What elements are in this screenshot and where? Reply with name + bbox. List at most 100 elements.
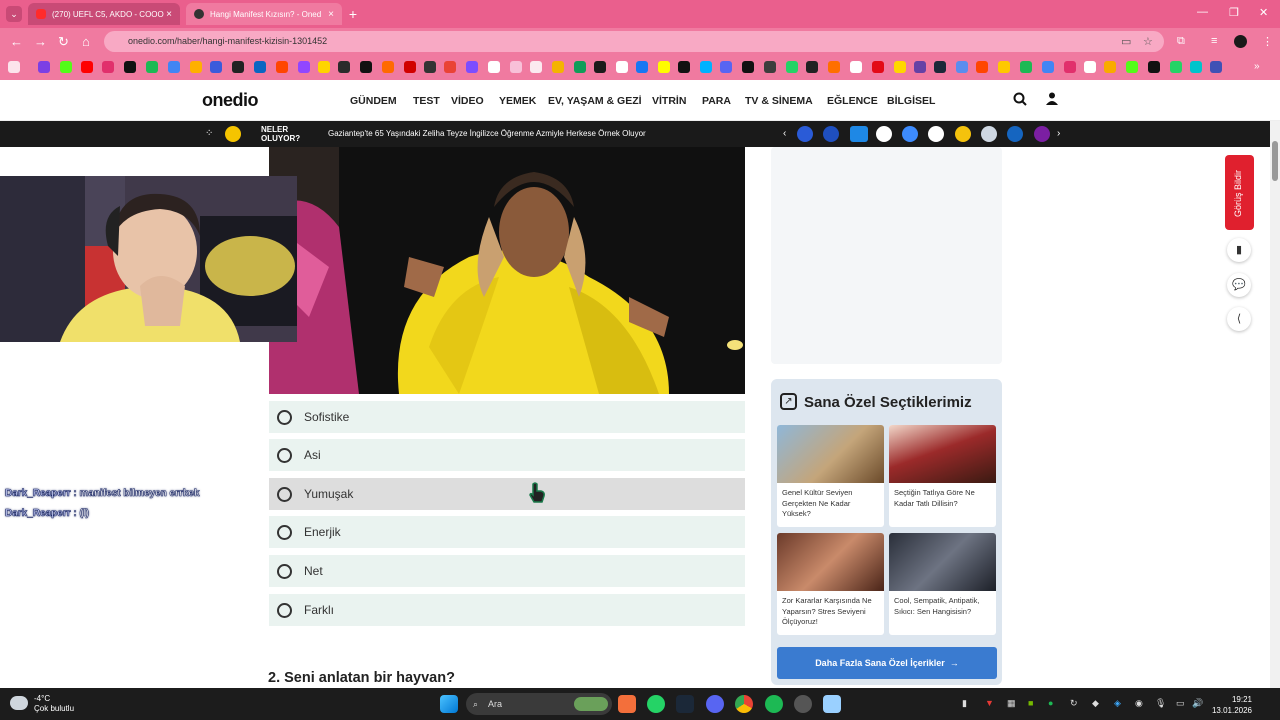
chevron-right-icon[interactable]: ›: [1057, 128, 1060, 139]
tab-youtube[interactable]: (270) UEFL C5, AKDO - COOO ×: [28, 3, 180, 25]
more-content-button[interactable]: Daha Fazla Sana Özel İçerikler →: [777, 647, 997, 679]
nav-video[interactable]: VİDEO: [451, 95, 484, 107]
quiz-option[interactable]: Asi: [269, 439, 745, 471]
quiz-option[interactable]: Sofistike: [269, 401, 745, 433]
search-icon[interactable]: [1013, 92, 1027, 109]
recommendation-card[interactable]: Cool, Sempatik, Antipatik, Sıkıcı: Sen H…: [889, 533, 996, 635]
tray-icon[interactable]: ●: [1048, 698, 1053, 708]
partner-logo-icon[interactable]: [850, 126, 868, 142]
bookmark-icon[interactable]: [404, 61, 416, 73]
bookmark-icon[interactable]: [850, 61, 862, 73]
scrollbar-thumb[interactable]: [1272, 141, 1278, 181]
extensions-icon[interactable]: ⧉: [1177, 35, 1185, 48]
clock[interactable]: 19:21 13.01.2026: [1210, 694, 1252, 716]
restore-button[interactable]: ❐: [1229, 6, 1239, 19]
nav-vitrin[interactable]: VİTRİN: [652, 95, 686, 107]
bookmark-star-icon[interactable]: ☆: [1143, 35, 1153, 48]
forward-button[interactable]: →: [34, 34, 47, 49]
bookmark-icon[interactable]: [124, 61, 136, 73]
bookmark-icon[interactable]: [466, 61, 478, 73]
quiz-option[interactable]: Net: [269, 555, 745, 587]
tray-icon[interactable]: ▦: [1007, 698, 1016, 709]
spotify-icon[interactable]: [765, 695, 783, 713]
bookmark-icon[interactable]: [720, 61, 732, 73]
bookmark-icon[interactable]: [616, 61, 628, 73]
quiz-option[interactable]: Yumuşak: [269, 478, 745, 510]
nav-para[interactable]: PARA: [702, 95, 731, 107]
bookmark-icon[interactable]: [276, 61, 288, 73]
bookmark-icon[interactable]: [806, 61, 818, 73]
windows-start-icon[interactable]: [440, 695, 458, 713]
bookmark-icon[interactable]: [102, 61, 114, 73]
onedio-badge-icon[interactable]: [225, 126, 241, 142]
recommendation-card[interactable]: Seçtiğin Tatlıya Göre Ne Kadar Tatlı Dil…: [889, 425, 996, 527]
microphone-icon[interactable]: 🎙: [1155, 698, 1166, 709]
address-bar[interactable]: onedio.com/haber/hangi-manifest-kizisin-…: [104, 31, 1164, 52]
bookmark-icon[interactable]: [424, 61, 436, 73]
nav-test[interactable]: TEST: [413, 95, 440, 107]
menu-icon[interactable]: ⋮: [1262, 35, 1273, 48]
nav-bilgisel[interactable]: BİLGİSEL: [887, 95, 935, 107]
tray-icon[interactable]: ▼: [985, 698, 994, 708]
app-icon[interactable]: [794, 695, 812, 713]
close-window-button[interactable]: ✕: [1259, 6, 1268, 19]
bookmark-icon[interactable]: [232, 61, 244, 73]
tray-icon[interactable]: ◈: [1114, 698, 1121, 709]
chevron-left-icon[interactable]: ‹: [783, 128, 786, 139]
bookmark-icon[interactable]: [530, 61, 542, 73]
bookmark-icon[interactable]: [934, 61, 946, 73]
bookmark-icon[interactable]: [914, 61, 926, 73]
bookmark-icon[interactable]: [81, 61, 93, 73]
tab-search-button[interactable]: ⌄: [6, 6, 22, 22]
partner-logo-icon[interactable]: [1007, 126, 1023, 142]
recommendation-card[interactable]: Genel Kültür Seviyen Gerçekten Ne Kadar …: [777, 425, 884, 527]
tray-icon[interactable]: ◆: [1092, 698, 1099, 709]
bookmark-icon[interactable]: [254, 61, 266, 73]
partner-logo-icon[interactable]: [797, 126, 813, 142]
more-bookmarks-icon[interactable]: »: [1254, 61, 1266, 73]
bookmark-icon[interactable]: [298, 61, 310, 73]
partner-logo-icon[interactable]: [928, 126, 944, 142]
reading-list-icon[interactable]: ≡: [1211, 35, 1217, 47]
ticker-headline[interactable]: Gaziantep'te 65 Yaşındaki Zeliha Teyze İ…: [328, 129, 646, 138]
close-icon[interactable]: ×: [328, 9, 334, 20]
bookmark-icon[interactable]: ▮: [1227, 238, 1251, 262]
nav-eglence[interactable]: EĞLENCE: [827, 95, 878, 107]
tab-onedio[interactable]: Hangi Manifest Kızısın? - Oned ×: [186, 3, 342, 25]
bookmark-icon[interactable]: [1170, 61, 1182, 73]
minimize-button[interactable]: —: [1197, 6, 1208, 18]
chrome-icon[interactable]: [735, 695, 753, 713]
steam-icon[interactable]: [676, 695, 694, 713]
bookmark-icon[interactable]: [1104, 61, 1116, 73]
bookmark-icon[interactable]: [1064, 61, 1076, 73]
quiz-option[interactable]: Enerjik: [269, 516, 745, 548]
bookmark-icon[interactable]: [786, 61, 798, 73]
bookmark-icon[interactable]: [1042, 61, 1054, 73]
weather-widget[interactable]: -4°C Çok bulutlu: [34, 694, 74, 714]
bookmark-icon[interactable]: [828, 61, 840, 73]
whatsapp-icon[interactable]: [647, 695, 665, 713]
bookmark-icon[interactable]: [1210, 61, 1222, 73]
bookmark-icon[interactable]: [168, 61, 180, 73]
bookmark-icon[interactable]: [382, 61, 394, 73]
bookmark-icon[interactable]: [574, 61, 586, 73]
bookmark-icon[interactable]: [976, 61, 988, 73]
bookmark-icon[interactable]: [338, 61, 350, 73]
user-icon[interactable]: [1046, 92, 1058, 108]
bookmark-icon[interactable]: [488, 61, 500, 73]
app-icon[interactable]: [618, 695, 636, 713]
partner-logo-icon[interactable]: [955, 126, 971, 142]
bookmark-icon[interactable]: [1126, 61, 1138, 73]
bookmark-icon[interactable]: [1084, 61, 1096, 73]
partner-logo-icon[interactable]: [823, 126, 839, 142]
network-icon[interactable]: ▭: [1176, 698, 1185, 709]
volume-icon[interactable]: 🔊: [1192, 698, 1203, 709]
bookmark-icon[interactable]: [190, 61, 202, 73]
bookmark-icon[interactable]: [510, 61, 522, 73]
tray-icon[interactable]: ◉: [1135, 698, 1143, 709]
nav-tv-sinema[interactable]: TV & SİNEMA: [745, 95, 813, 107]
nav-gundem[interactable]: GÜNDEM: [350, 95, 397, 107]
bookmark-icon[interactable]: [956, 61, 968, 73]
bookmark-icon[interactable]: [318, 61, 330, 73]
comments-icon[interactable]: 💬: [1227, 273, 1251, 297]
